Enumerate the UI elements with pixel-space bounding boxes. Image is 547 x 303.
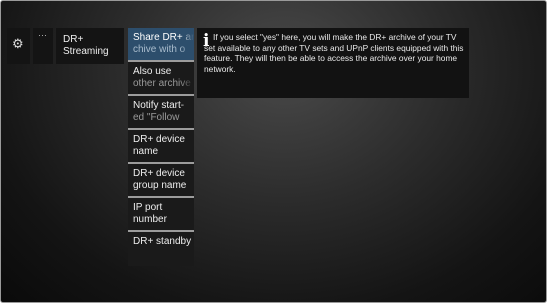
menu-item-dr-device-group-name[interactable]: DR+ device group name (128, 164, 194, 198)
menu-item-label-line1: DR+ device (133, 134, 185, 145)
menu-item-label-line1: IP port (133, 202, 163, 213)
tv-settings-screen: ⚙ ··· DR+ Streaming Share DR+ ar- chive … (0, 0, 547, 303)
menu-item-label-line1: DR+ device (133, 168, 185, 179)
dr-streaming-label-line1: DR+ (63, 34, 84, 45)
menu-item-notify-started-follow[interactable]: Notify start- ed "Follow (128, 96, 194, 130)
more-menu-tile[interactable]: ··· (33, 28, 53, 64)
dr-streaming-tile[interactable]: DR+ Streaming (56, 28, 124, 64)
text-fade (180, 96, 194, 128)
menu-item-also-use-other-archive[interactable]: Also use other archive (128, 62, 194, 96)
info-text: If you select "yes" here, you will make … (204, 32, 464, 74)
more-icon: ··· (38, 30, 47, 40)
menu-item-label-line1: DR+ standby (133, 236, 192, 247)
menu-item-label-line2: number (133, 214, 167, 225)
info-panel: i If you select "yes" here, you will mak… (197, 28, 469, 98)
text-fade (180, 62, 194, 94)
dr-streaming-label-line2: Streaming (63, 46, 109, 57)
dr-streaming-submenu: Share DR+ ar- chive with o Also use othe… (128, 28, 194, 266)
menu-item-dr-standby[interactable]: DR+ standby (128, 232, 194, 266)
text-fade (180, 28, 194, 60)
settings-menu-tile[interactable]: ⚙ (7, 28, 30, 64)
menu-item-ip-port-number[interactable]: IP port number (128, 198, 194, 232)
menu-item-dr-device-name[interactable]: DR+ device name (128, 130, 194, 164)
menu-item-label-line2: group name (133, 180, 187, 191)
gear-icon: ⚙ (12, 36, 24, 51)
menu-item-share-dr-archive[interactable]: Share DR+ ar- chive with o (128, 28, 194, 62)
dr-streaming-label: DR+ Streaming (63, 34, 121, 58)
menu-item-label-line2: name (133, 146, 159, 157)
